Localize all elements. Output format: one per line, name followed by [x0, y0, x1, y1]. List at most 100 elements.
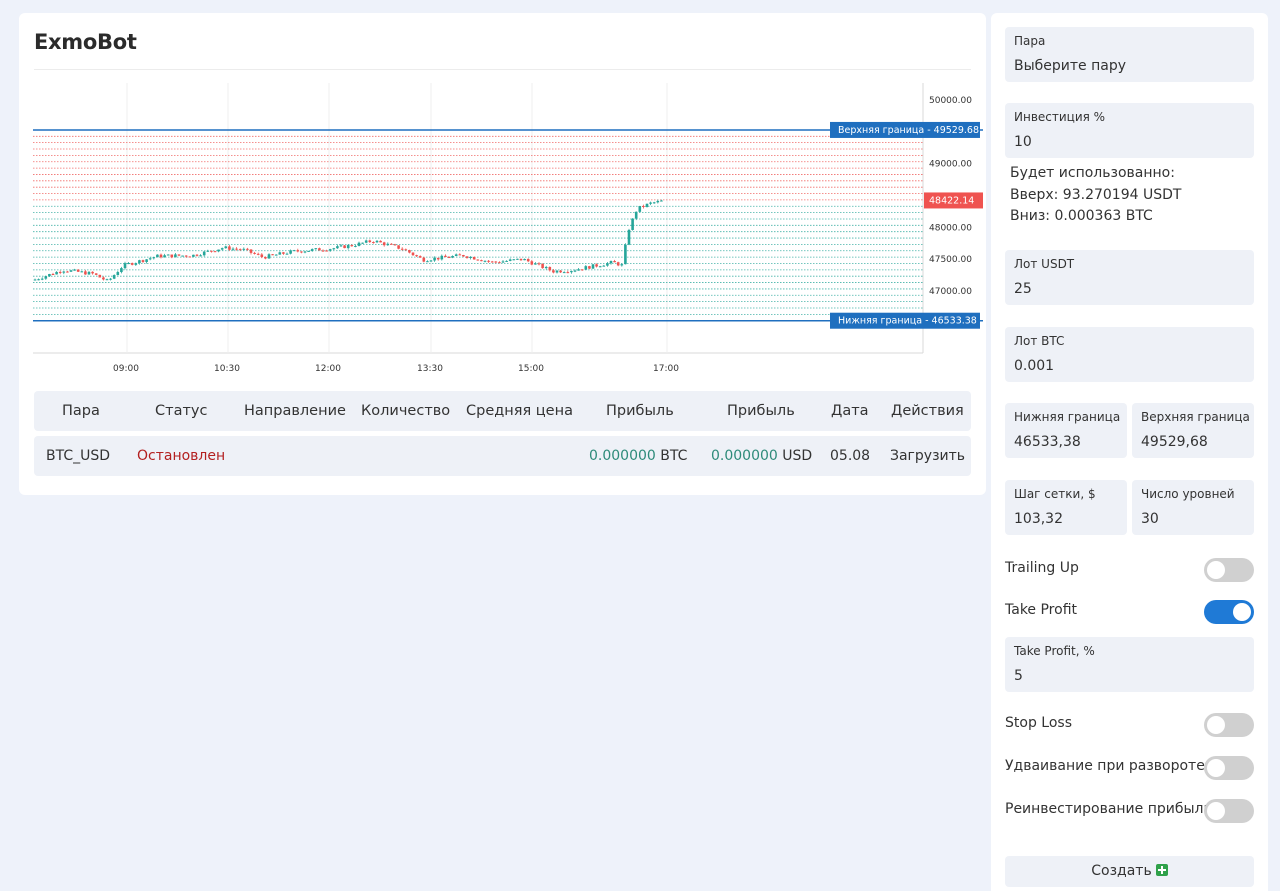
candle-body [433, 257, 436, 261]
candle-body [224, 246, 228, 249]
lot-usdt-field[interactable]: Лот USDT 25 [1005, 250, 1254, 305]
lower-bound-field[interactable]: Нижняя граница 46533,38 [1005, 403, 1127, 458]
create-label: Создать [1091, 863, 1152, 879]
time-tick-label: 15:00 [518, 364, 544, 374]
candle-body [476, 259, 480, 261]
candle-body [152, 257, 156, 259]
pair-label: Пара [1014, 34, 1046, 48]
candle-body [454, 254, 458, 257]
candle-body [66, 271, 69, 273]
double-on-reversal-toggle[interactable] [1204, 756, 1254, 780]
levels-field[interactable]: Число уровней 30 [1132, 480, 1254, 535]
toggle-knob [1233, 603, 1251, 621]
candle-body [238, 249, 242, 251]
usage-title: Будет использованно: [1010, 165, 1175, 181]
candle-body [84, 271, 87, 275]
candle-body [256, 253, 260, 255]
candle-body [73, 269, 76, 271]
candle-body [397, 245, 400, 249]
row-date: 05.08 [830, 448, 871, 464]
candle-body [33, 279, 37, 281]
plus-square-icon [1155, 864, 1168, 876]
investment-value: 10 [1014, 134, 1032, 150]
candle-body [631, 218, 634, 230]
candle-body [357, 242, 361, 246]
candle-body [555, 270, 559, 273]
time-tick-label: 09:00 [113, 364, 139, 374]
candle-body [285, 253, 289, 255]
candle-body [523, 258, 526, 261]
main-panel: ExmoBot 09:00 10:30 12:00 13:30 15:00 17:00 50… [19, 13, 986, 495]
candle-body [451, 256, 454, 258]
candle-body [624, 244, 627, 265]
price-chart[interactable]: 09:00 10:30 12:00 13:30 15:00 17:00 50000.00 49… [33, 83, 983, 383]
candle-body [325, 250, 328, 252]
candle-body [130, 263, 134, 265]
candle-body [570, 271, 573, 273]
candle-body [544, 266, 548, 269]
candle-body [447, 257, 451, 259]
col-header-direction: Направление [244, 403, 346, 419]
candle-body [400, 248, 404, 250]
candle-body [116, 272, 120, 276]
upper-bound-label: Верхняя граница [1141, 410, 1250, 424]
candle-body [343, 245, 346, 249]
candle-body [458, 254, 462, 256]
candle-body [382, 242, 386, 246]
upper-bound-field[interactable]: Верхняя граница 49529,68 [1132, 403, 1254, 458]
candle-body [411, 252, 415, 256]
chart-svg[interactable]: 09:00 10:30 12:00 13:30 15:00 17:00 50000.00 49… [33, 83, 983, 383]
candle-body [174, 254, 177, 258]
investment-field[interactable]: Инвестиция % 10 [1005, 103, 1254, 158]
pair-select[interactable]: Пара Выберите пару [1005, 27, 1254, 82]
candle-body [505, 260, 508, 262]
stop-loss-toggle[interactable] [1204, 713, 1254, 737]
candle-body [606, 263, 609, 266]
take-profit-toggle[interactable] [1204, 600, 1254, 624]
candle-body [242, 248, 246, 250]
candle-body [202, 251, 206, 256]
candle-body [364, 240, 368, 243]
time-tick-label: 17:00 [653, 364, 679, 374]
candle-body [418, 256, 422, 258]
candle-body [530, 261, 534, 265]
grid-step-field[interactable]: Шаг сетки, $ 103,32 [1005, 480, 1127, 535]
candle-body [177, 254, 181, 256]
candle-body [566, 272, 570, 274]
candle-body [602, 265, 606, 267]
candle-body [80, 271, 84, 273]
stop-loss-row: Stop Loss [1005, 713, 1254, 737]
candle-body [552, 270, 555, 273]
take-profit-pct-field[interactable]: Take Profit, % 5 [1005, 637, 1254, 692]
candle-body [339, 245, 343, 247]
candle-body [386, 243, 390, 246]
candle-body [577, 269, 580, 271]
lot-btc-field[interactable]: Лот BTC 0.001 [1005, 327, 1254, 382]
candle-body [426, 261, 429, 263]
candle-body [289, 250, 292, 254]
trailing-up-row: Trailing Up [1005, 558, 1254, 582]
table-row: BTC_USD Остановлен 0.000000 BTC 0.000000… [34, 436, 971, 476]
reinvest-label: Реинвестирование прибыли [1005, 801, 1213, 817]
lower-bound-label: Нижняя граница [1014, 410, 1121, 424]
trailing-up-label: Trailing Up [1005, 560, 1079, 576]
candle-body [91, 271, 94, 274]
candle-body [494, 261, 498, 263]
create-button[interactable]: Создать [1005, 856, 1254, 887]
candle-body [303, 251, 307, 253]
candle-body [109, 278, 112, 280]
reinvest-toggle[interactable] [1204, 799, 1254, 823]
candle-body [361, 242, 364, 244]
candle-body [228, 246, 231, 250]
reinvest-row: Реинвестирование прибыли [1005, 799, 1254, 823]
trailing-up-toggle[interactable] [1204, 558, 1254, 582]
col-header-profit-btc: Прибыль [606, 403, 674, 419]
candle-body [120, 268, 123, 273]
candle-body [141, 260, 145, 262]
candle-body [195, 254, 199, 256]
candle-body [616, 262, 620, 266]
candle-body [249, 249, 253, 253]
candle-body [652, 202, 656, 204]
candle-body [627, 229, 631, 245]
load-button[interactable]: Загрузить [890, 436, 965, 476]
